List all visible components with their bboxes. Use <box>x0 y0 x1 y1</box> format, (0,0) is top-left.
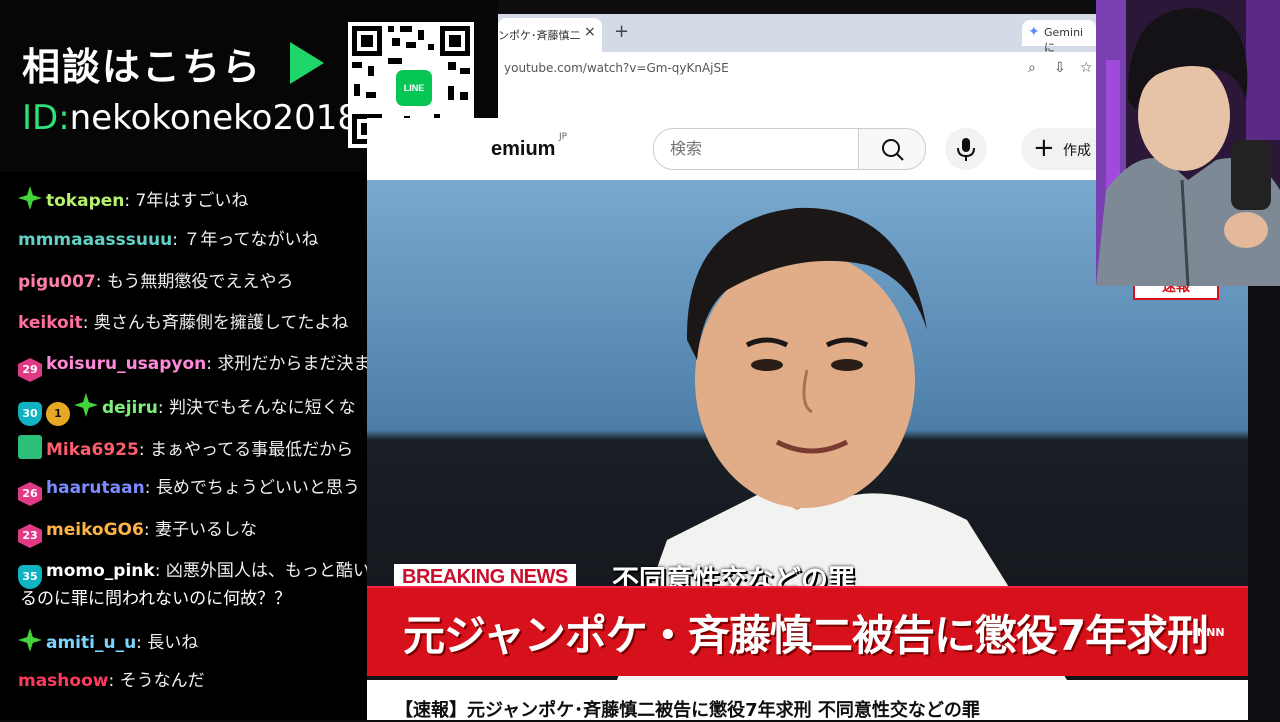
side-margin <box>1248 286 1280 720</box>
chat-username[interactable]: dejiru <box>102 398 158 418</box>
hex-badge-icon: 23 <box>18 524 42 548</box>
chat-message: tokapen: 7年はすごいね <box>18 186 367 213</box>
chat-text: : そうなんだ <box>108 671 205 691</box>
region-code: JP <box>559 132 568 142</box>
url-text[interactable]: youtube.com/watch?v=Gm-qyKnAjSE <box>504 61 729 75</box>
webcam-feed <box>1096 0 1280 286</box>
chat-username[interactable]: meikoGO6 <box>46 520 144 540</box>
line-id-prefix: ID: <box>22 98 70 138</box>
tab-gemini-label: Gemini に <box>1044 26 1084 54</box>
chat-username[interactable]: amiti_u_u <box>46 633 136 653</box>
chat-text: : 長めでちょうどいいと思う <box>144 478 360 498</box>
play-arrow-icon <box>290 42 324 84</box>
chat-username[interactable]: koisuru_usapyon <box>46 354 206 374</box>
headline-caption: 元ジャンポケ・斉藤慎二被告に懲役7年求刑 <box>403 611 1209 660</box>
chat-message: 35 momo_pink: 凶悪外国人は、もっと酷い <box>18 559 367 589</box>
chat-panel: tokapen: 7年はすごいね mmmaaasssuuu: ７年ってながいね pi… <box>0 172 367 720</box>
chat-message: keikoit: 奥さんも斉藤側を擁護してたよね <box>18 311 367 335</box>
chat-text: : 長いね <box>136 633 199 653</box>
zoom-icon[interactable]: ⌕ <box>1028 60 1036 76</box>
microphone-icon <box>957 138 975 161</box>
star-badge-icon <box>74 393 98 417</box>
tab-title: ンポケ･斉藤慎二 <box>498 29 581 42</box>
coin-badge-icon: 1 <box>46 402 70 426</box>
chat-message: mashoow: そうなんだ <box>18 669 367 693</box>
create-label: 作成 <box>1063 143 1091 159</box>
chat-message: 29 koisuru_usapyon: 求刑だからまだ決ま <box>18 352 367 382</box>
chat-text: : ７年ってながいね <box>172 230 319 250</box>
youtube-logo[interactable]: emium <box>491 138 555 161</box>
hex-badge-icon: 26 <box>18 482 42 506</box>
page-top <box>498 86 1096 118</box>
line-id: ID:nekokoneko2018 <box>22 98 359 138</box>
tab-strip: ンポケ･斉藤慎二 × + ✦ Gemini に <box>498 14 1096 54</box>
search-button[interactable] <box>858 128 926 170</box>
bookmark-star-icon[interactable]: ☆ <box>1080 60 1093 76</box>
chat-username[interactable]: tokapen <box>46 191 124 211</box>
chat-username[interactable]: pigu007 <box>18 272 96 292</box>
install-icon[interactable]: ⇩ <box>1054 60 1066 76</box>
chat-text: : 7年はすごいね <box>124 191 249 211</box>
headline-bar: 元ジャンポケ・斉藤慎二被告に懲役7年求刑 <box>367 586 1248 676</box>
chat-username[interactable]: mashoow <box>18 671 108 691</box>
gemini-sparkle-icon: ✦ <box>1028 24 1040 40</box>
address-bar[interactable]: youtube.com/watch?v=Gm-qyKnAjSE ⌕ ⇩ ☆ <box>498 52 1096 86</box>
tab-youtube[interactable]: ンポケ･斉藤慎二 × <box>498 18 602 52</box>
star-badge-icon <box>18 186 42 210</box>
streamer-image <box>1096 0 1280 286</box>
voice-search-button[interactable] <box>945 128 987 170</box>
chat-message: 30 1 dejiru: 判決でもそんなに短くな <box>18 393 367 426</box>
gift-badge-icon <box>18 435 42 459</box>
chat-message: 23 meikoGO6: 妻子いるしな <box>18 518 367 548</box>
chat-text: : 奥さんも斉藤側を擁護してたよね <box>82 313 349 333</box>
close-tab-icon[interactable]: × <box>584 24 596 40</box>
star-badge-icon <box>18 628 42 652</box>
search-icon <box>882 139 904 161</box>
banner-title: 相談はこちら <box>22 45 263 89</box>
chat-message: 26 haarutaan: 長めでちょうどいいと思う <box>18 476 367 506</box>
chat-text: : もう無期懲役でええやろ <box>95 272 294 292</box>
chat-text: : まぁやってる事最低だから <box>138 440 354 460</box>
shield-badge-icon: 35 <box>18 565 42 589</box>
chat-text: : 凶悪外国人は、もっと酷い <box>154 561 367 581</box>
line-icon: LINE <box>393 67 435 109</box>
chat-message: amiti_u_u: 長いね <box>18 628 367 655</box>
video-title: 【速報】元ジャンポケ･斉藤慎二被告に懲役7年求刑 不同意性交などの罪 <box>395 700 980 721</box>
chat-username[interactable]: mmmaaasssuuu <box>18 230 172 250</box>
broadcaster-logo: NNN <box>1197 626 1225 639</box>
chat-username[interactable]: Mika6925 <box>46 440 139 460</box>
search-box[interactable] <box>653 128 859 170</box>
chat-text: : 判決でもそんなに短くな <box>157 398 356 418</box>
chat-username[interactable]: momo_pink <box>46 561 155 581</box>
hex-badge-icon: 29 <box>18 358 42 382</box>
line-id-value: nekokoneko2018 <box>69 98 359 138</box>
chat-text: : 妻子いるしな <box>143 520 257 540</box>
chat-text-continued: るのに罪に問われないのに何故？？ <box>20 589 292 609</box>
chat-message: mmmaaasssuuu: ７年ってながいね <box>18 228 367 252</box>
tab-gemini[interactable]: ✦ Gemini に <box>1022 20 1096 54</box>
plus-icon: + <box>1033 133 1055 163</box>
shield-badge-icon: 30 <box>18 402 42 426</box>
search-input[interactable] <box>670 139 840 158</box>
chat-username[interactable]: keikoit <box>18 313 83 333</box>
chat-message: Mika6925: まぁやってる事最低だから <box>18 435 367 462</box>
chat-text: : 求刑だからまだ決ま <box>206 354 367 374</box>
browser-window: ンポケ･斉藤慎二 × + ✦ Gemini に youtube.com/watc… <box>498 14 1096 118</box>
new-tab-button[interactable]: + <box>614 21 629 42</box>
chat-username[interactable]: haarutaan <box>46 478 145 498</box>
chat-message: pigu007: もう無期懲役でええやろ <box>18 270 367 294</box>
